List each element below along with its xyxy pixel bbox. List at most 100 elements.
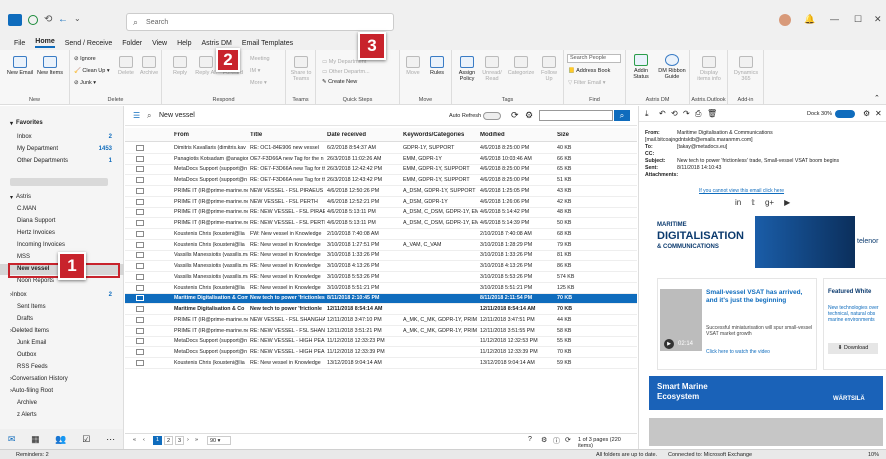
table-row[interactable]: Koustenis Chris (kousteni@lia RE: New ves… (125, 358, 637, 369)
column-keywords[interactable]: Keywords/Categories (403, 132, 464, 138)
column-title[interactable]: Title (250, 132, 262, 138)
junk-button[interactable]: ⊘ Junk ▾ (74, 80, 96, 86)
linkedin-icon[interactable]: in (735, 198, 741, 207)
reply-all-icon[interactable]: ⟲ (671, 109, 678, 118)
addin-status-button[interactable]: Addin Status (628, 54, 654, 80)
page-3-button[interactable]: 3 (175, 436, 184, 445)
menu-view[interactable]: View (152, 40, 167, 47)
sidebar-item-deleted-items[interactable]: › Deleted Items (0, 326, 124, 337)
search-people-input[interactable]: Search People (567, 54, 621, 63)
assign-policy-button[interactable]: Assign Policy (454, 56, 480, 82)
close-button[interactable]: ✕ (874, 14, 882, 25)
column-date-received[interactable]: Date received (327, 132, 366, 138)
customize-toolbar-icon[interactable]: ⌄ (74, 14, 81, 23)
print-icon[interactable]: ⎙ (695, 109, 701, 119)
ignore-button[interactable]: ⊘ Ignore (74, 56, 96, 62)
hamburger-icon[interactable]: ☰ (133, 111, 140, 120)
table-row[interactable]: Koustenis Chris (kousteni@lia RE: New ves… (125, 240, 637, 251)
table-row[interactable]: PRIME IT (IR@prime-marine.net NEW VESSEL … (125, 197, 637, 208)
archive-button[interactable]: Archive (138, 56, 160, 76)
sidebar-item-other-departments[interactable]: Other Departments 1 (0, 156, 124, 167)
account-astris[interactable]: ▾ Astris (0, 192, 124, 203)
refresh-icon[interactable]: ⟳ (565, 436, 571, 444)
reply-all-button[interactable]: Reply All (194, 56, 218, 76)
table-row[interactable]: PRIME IT (IR@prime-marine.net RE: NEW VES… (125, 326, 637, 337)
youtube-icon[interactable]: ▶ (784, 198, 790, 207)
view-online-link[interactable]: If you cannot view this email click here (699, 188, 784, 194)
reply-icon[interactable]: ↶ (659, 109, 666, 118)
sidebar-item-conversation-history[interactable]: › Conversation History (0, 374, 124, 385)
table-row[interactable]: Maritime Digitalisation & Com New tech to… (125, 293, 637, 305)
table-row[interactable]: PRIME IT (IR@prime-marine.net NEW VESSEL … (125, 186, 637, 197)
quickstep-other-departments[interactable]: ▭ Other Departm... (322, 69, 370, 75)
new-items-button[interactable]: New Items (36, 56, 64, 76)
menu-file[interactable]: File (14, 40, 25, 47)
settings-icon[interactable]: ⚙ (863, 109, 870, 118)
display-items-info-button[interactable]: Display items info (694, 56, 724, 82)
menu-email-templates[interactable]: Email Templates (242, 40, 293, 47)
help-icon[interactable]: ? (528, 436, 532, 443)
page-size-select[interactable]: 90 ▾ (207, 436, 231, 445)
search-box[interactable]: ⌕ Search (126, 13, 394, 31)
table-row[interactable]: Vassilis Manessiotis (vassilis.ma RE: New… (125, 261, 637, 272)
list-search-button[interactable]: ⌕ (614, 110, 630, 121)
follow-up-button[interactable]: Follow Up (538, 56, 560, 82)
cleanup-button[interactable]: 🧹 Clean Up ▾ (74, 68, 110, 74)
ribbon-collapse-icon[interactable]: ⌃ (874, 94, 880, 102)
delete-button[interactable]: Delete (116, 56, 136, 76)
sidebar-item-my-department[interactable]: My Department 1453 (0, 144, 124, 155)
sidebar-item-inbox[interactable]: › Inbox 2 (0, 290, 124, 301)
new-email-button[interactable]: New Email (6, 56, 34, 76)
table-row[interactable]: MetaDocs Support (support@n RE: OE7-F3D66… (125, 175, 637, 186)
table-row[interactable]: Koustenis Chris (kousteni@lia RE: New ves… (125, 283, 637, 294)
forward-icon[interactable]: ↷ (683, 109, 690, 118)
delete-icon[interactable]: 🗑 (707, 109, 717, 118)
menu-send-receive[interactable]: Send / Receive (65, 40, 112, 47)
table-row[interactable]: Koustenis Chris (kousteni@lia FW: New ves… (125, 229, 637, 240)
table-row[interactable]: MetaDocs Support (support@n RE: OE7-F3D66… (125, 165, 637, 176)
list-search-input[interactable] (539, 110, 613, 121)
auto-refresh-toggle[interactable] (483, 112, 501, 120)
categorize-button[interactable]: Categorize (506, 56, 536, 76)
next-page-button[interactable]: › (187, 437, 189, 443)
page-1-button[interactable]: 1 (153, 436, 162, 445)
tasks-icon[interactable]: ☑ (82, 434, 90, 445)
googleplus-icon[interactable]: g+ (765, 198, 774, 207)
calendar-icon[interactable]: ▦ (31, 434, 40, 445)
share-to-teams-button[interactable]: Share to Teams (288, 56, 314, 82)
dm-ribbon-guide-button[interactable]: DM Ribbon Guide (656, 54, 688, 80)
sidebar-item-inbox-fav[interactable]: Inbox 2 (0, 132, 124, 143)
sidebar-item-junk-email[interactable]: Junk Email (0, 338, 124, 349)
twitter-icon[interactable]: 𝕥 (751, 198, 755, 207)
sidebar-item-archive[interactable]: Archive (0, 398, 124, 409)
table-row[interactable]: PRIME IT (IR@prime-marine.net RE: NEW VES… (125, 218, 637, 229)
watch-video-link[interactable]: Click here to watch the video (706, 349, 770, 355)
table-row[interactable]: Vassilis Manessiotis (vassilis.ma RE: New… (125, 272, 637, 283)
im-button[interactable]: IM ▾ (250, 68, 260, 74)
maximize-button[interactable]: ☐ (854, 14, 862, 25)
sidebar-item-drafts[interactable]: Drafts (0, 314, 124, 325)
people-icon[interactable]: 👥 (55, 434, 66, 445)
more-apps-icon[interactable]: ⋯ (106, 434, 115, 445)
column-from[interactable]: From (174, 132, 189, 138)
mail-icon[interactable]: ✉ (8, 434, 16, 445)
sidebar-item-rss-feeds[interactable]: RSS Feeds (0, 362, 124, 373)
address-book-button[interactable]: 📒 Address Book (568, 68, 610, 74)
play-icon[interactable]: ▶ (664, 339, 674, 349)
table-row[interactable]: Vassilis Manessiotis (vassilis.ma RE: New… (125, 251, 637, 262)
download-icon[interactable]: ⤓ (645, 109, 649, 119)
sidebar-item-auto-filing-root[interactable]: › Auto-filing Root (0, 386, 124, 397)
page-2-button[interactable]: 2 (164, 436, 173, 445)
close-icon[interactable]: ✕ (875, 109, 882, 118)
bell-icon[interactable]: 🔔 (804, 14, 815, 25)
quickstep-create-new[interactable]: ✎ Create New (322, 79, 357, 85)
move-button[interactable]: Move (402, 56, 424, 76)
search-input[interactable]: Search (146, 19, 168, 26)
table-row[interactable]: Maritime Digitalisation & Co New tech to … (125, 304, 637, 315)
column-modified[interactable]: Modified (480, 132, 505, 138)
article-title[interactable]: Small-vessel VSAT has arrived, and it's … (706, 289, 814, 305)
sidebar-item-hertz-invoices[interactable]: Hertz Invoices (0, 228, 124, 239)
sidebar-item-diana-support[interactable]: Diana Support (0, 216, 124, 227)
table-row[interactable]: Panagiotis Kotsadam @anagior OE7-F3D66A n… (125, 154, 637, 165)
menu-astris-dm[interactable]: Astris DM (202, 40, 232, 47)
